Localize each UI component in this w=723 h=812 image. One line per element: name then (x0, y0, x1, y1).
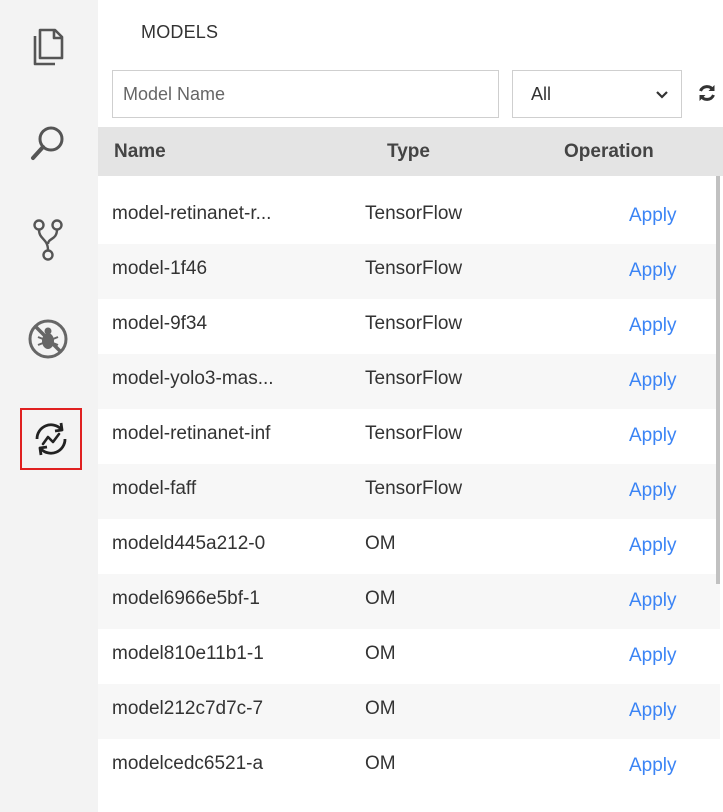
model-name-cell: model-retinanet-r... (112, 203, 272, 224)
models-icon[interactable] (20, 408, 82, 470)
model-type-cell: TensorFlow (365, 368, 463, 389)
apply-link[interactable]: Apply (629, 700, 677, 722)
type-filter-value: All (531, 83, 552, 104)
table-row[interactable]: modelcedc6521-a OM Apply (98, 739, 720, 794)
apply-link[interactable]: Apply (629, 645, 677, 667)
model-type-cell: TensorFlow (365, 203, 463, 224)
debug-icon[interactable] (23, 314, 73, 364)
table-row[interactable]: model810e11b1-1 OM Apply (98, 629, 720, 684)
apply-link[interactable]: Apply (629, 205, 677, 227)
apply-link[interactable]: Apply (629, 315, 677, 337)
model-name-cell: model-9f34 (112, 313, 208, 334)
model-name-search-input[interactable] (112, 70, 499, 118)
source-control-icon[interactable] (23, 215, 73, 265)
search-icon[interactable] (23, 118, 73, 168)
model-name-cell: modelcedc6521-a (112, 753, 264, 774)
refresh-icon[interactable] (696, 82, 718, 104)
model-name-cell: model-faff (112, 478, 197, 499)
model-type-cell: OM (365, 588, 396, 609)
apply-link[interactable]: Apply (629, 260, 677, 282)
apply-link[interactable]: Apply (629, 370, 677, 392)
table-row[interactable]: model6966e5bf-1 OM Apply (98, 574, 720, 629)
model-type-cell: OM (365, 533, 396, 554)
model-name-cell: model-1f46 (112, 258, 208, 279)
apply-link[interactable]: Apply (629, 480, 677, 502)
model-name-cell: model212c7d7c-7 (112, 698, 264, 719)
model-type-cell: OM (365, 698, 396, 719)
table-row[interactable]: model-9f34 TensorFlow Apply (98, 299, 720, 354)
model-name-cell: model-yolo3-mas... (112, 368, 274, 389)
apply-link[interactable]: Apply (629, 755, 677, 777)
files-icon[interactable] (23, 22, 73, 72)
model-name-cell: modeld445a212-0 (112, 533, 266, 554)
column-header-name[interactable]: Name (114, 141, 166, 163)
type-filter-select[interactable]: All (512, 70, 682, 118)
model-type-cell: TensorFlow (365, 478, 463, 499)
model-name-cell: model6966e5bf-1 (112, 588, 260, 609)
column-header-operation: Operation (564, 140, 654, 162)
table-row[interactable]: model-retinanet-inf TensorFlow Apply (98, 409, 720, 464)
apply-link[interactable]: Apply (629, 590, 677, 612)
apply-link[interactable]: Apply (629, 535, 677, 557)
table-row[interactable]: model-retinanet-r... TensorFlow Apply (98, 189, 720, 244)
activity-bar (0, 0, 98, 812)
chevron-down-icon (655, 84, 669, 105)
model-type-cell: TensorFlow (365, 313, 463, 334)
models-panel: MODELS All Name Type Operation model-ret… (98, 0, 723, 812)
models-table-body: model-retinanet-r... TensorFlow Apply mo… (98, 189, 720, 794)
table-row[interactable]: model-1f46 TensorFlow Apply (98, 244, 720, 299)
model-name-cell: model810e11b1-1 (112, 643, 264, 664)
model-name-cell: model-retinanet-inf (112, 423, 271, 444)
table-row[interactable]: modeld445a212-0 OM Apply (98, 519, 720, 574)
column-header-type[interactable]: Type (387, 141, 430, 163)
model-type-cell: OM (365, 753, 396, 774)
model-type-cell: TensorFlow (365, 423, 463, 444)
table-row[interactable]: model-yolo3-mas... TensorFlow Apply (98, 354, 720, 409)
table-row[interactable]: model212c7d7c-7 OM Apply (98, 684, 720, 739)
model-type-cell: TensorFlow (365, 258, 463, 279)
table-header: Name Type Operation (98, 127, 723, 176)
apply-link[interactable]: Apply (629, 425, 677, 447)
table-row[interactable]: model-faff TensorFlow Apply (98, 464, 720, 519)
model-type-cell: OM (365, 643, 396, 664)
table-scrollbar[interactable] (716, 176, 720, 584)
panel-title: MODELS (141, 22, 219, 42)
